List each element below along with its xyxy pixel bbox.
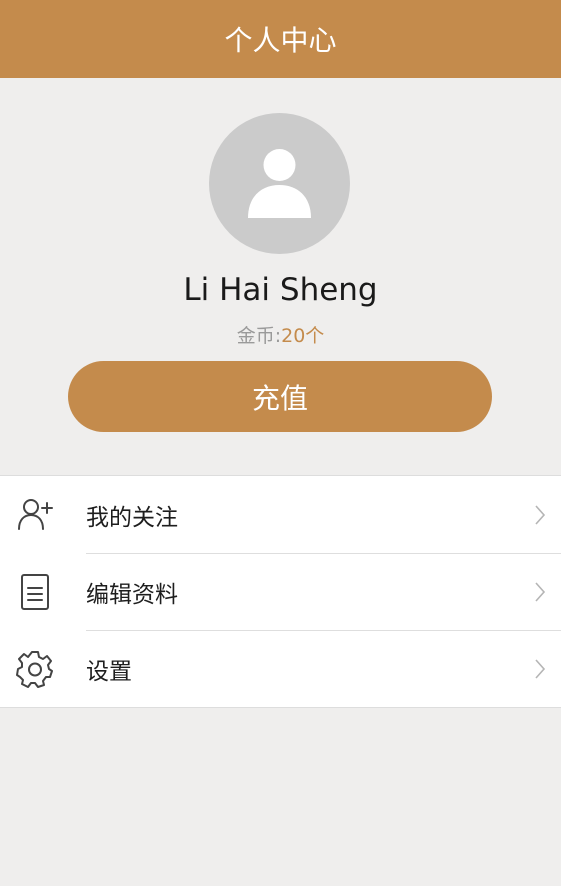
follow-user-icon	[16, 496, 54, 534]
page-title: 个人中心	[224, 24, 337, 57]
user-avatar-icon[interactable]	[209, 113, 350, 254]
document-icon	[16, 573, 54, 611]
coin-balance: 金币:20个	[0, 321, 561, 348]
menu-list: 我的关注 编辑资料 设置	[0, 475, 561, 708]
top-bar: 个人中心	[0, 0, 561, 78]
menu-item-label: 编辑资料	[86, 581, 178, 608]
menu-item-label: 设置	[86, 658, 132, 685]
profile-section: Li Hai Sheng 金币:20个 充值	[0, 78, 561, 475]
chevron-right-icon	[533, 658, 547, 680]
menu-item-following[interactable]: 我的关注	[0, 476, 561, 553]
recharge-button[interactable]: 充值	[68, 361, 492, 432]
menu-item-edit-profile[interactable]: 编辑资料	[0, 553, 561, 630]
menu-item-settings[interactable]: 设置	[0, 630, 561, 707]
coin-label: 金币:	[236, 325, 282, 347]
chevron-right-icon	[533, 581, 547, 603]
gear-icon	[16, 650, 54, 688]
username: Li Hai Sheng	[183, 272, 378, 308]
coin-value: 20个	[281, 325, 325, 347]
chevron-right-icon	[533, 504, 547, 526]
menu-item-label: 我的关注	[86, 504, 178, 531]
